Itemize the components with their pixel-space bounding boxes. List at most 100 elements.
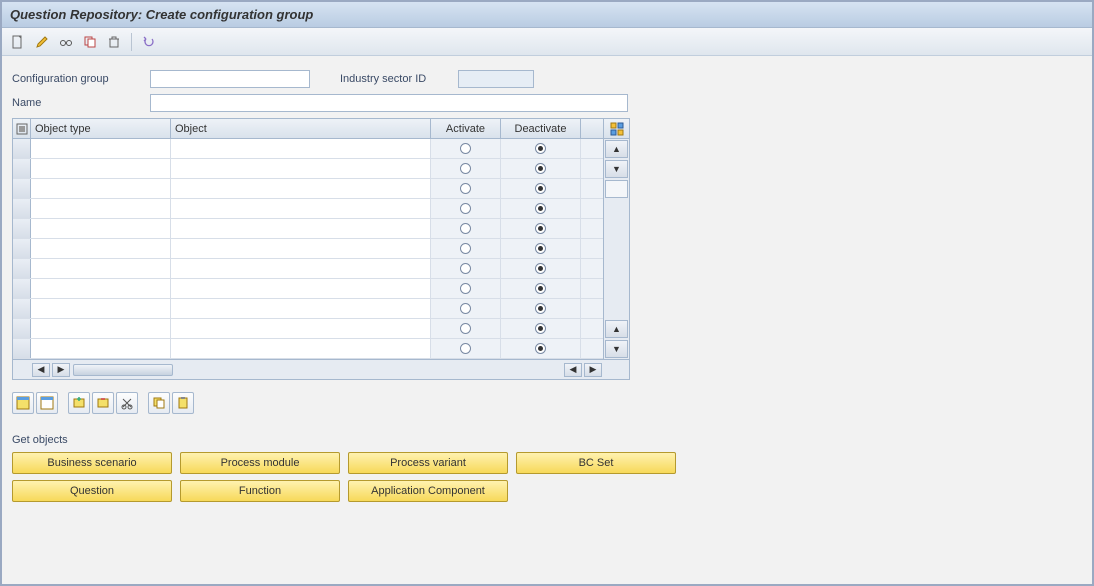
deactivate-cell[interactable] [501, 339, 581, 358]
deactivate-radio[interactable] [535, 323, 546, 334]
deactivate-cell[interactable] [501, 259, 581, 278]
row-select-handle[interactable] [13, 319, 31, 338]
object-type-cell[interactable] [31, 279, 171, 298]
scroll-down-step-icon[interactable]: ▼ [605, 160, 628, 178]
question-button[interactable]: Question [12, 480, 172, 502]
object-header[interactable]: Object [171, 119, 431, 138]
activate-cell[interactable] [431, 139, 501, 158]
deactivate-cell[interactable] [501, 199, 581, 218]
function-button[interactable]: Function [180, 480, 340, 502]
activate-radio[interactable] [460, 163, 471, 174]
scroll-up-step-icon[interactable]: ▲ [605, 320, 628, 338]
activate-cell[interactable] [431, 339, 501, 358]
delete-trash-icon[interactable] [104, 32, 124, 52]
row-select-handle[interactable] [13, 199, 31, 218]
scroll-track[interactable] [605, 199, 628, 319]
new-document-icon[interactable] [8, 32, 28, 52]
row-select-handle[interactable] [13, 179, 31, 198]
object-type-cell[interactable] [31, 159, 171, 178]
activate-cell[interactable] [431, 319, 501, 338]
object-type-cell[interactable] [31, 319, 171, 338]
deactivate-radio[interactable] [535, 203, 546, 214]
object-type-cell[interactable] [31, 219, 171, 238]
insert-row-icon[interactable] [68, 392, 90, 414]
activate-cell[interactable] [431, 199, 501, 218]
activate-cell[interactable] [431, 219, 501, 238]
deactivate-radio[interactable] [535, 243, 546, 254]
business-scenario-button[interactable]: Business scenario [12, 452, 172, 474]
cut-icon[interactable] [116, 392, 138, 414]
object-type-cell[interactable] [31, 339, 171, 358]
object-type-header[interactable]: Object type [31, 119, 171, 138]
activate-cell[interactable] [431, 179, 501, 198]
row-select-handle[interactable] [13, 339, 31, 358]
activate-cell[interactable] [431, 299, 501, 318]
deactivate-cell[interactable] [501, 279, 581, 298]
table-config-icon[interactable] [603, 119, 629, 138]
deactivate-cell[interactable] [501, 219, 581, 238]
object-type-cell[interactable] [31, 139, 171, 158]
row-select-handle[interactable] [13, 219, 31, 238]
scroll-right-step-icon[interactable]: ▶ [52, 363, 70, 377]
industry-sector-input[interactable] [458, 70, 534, 88]
object-type-cell[interactable] [31, 299, 171, 318]
object-type-cell[interactable] [31, 239, 171, 258]
activate-cell[interactable] [431, 259, 501, 278]
activate-radio[interactable] [460, 203, 471, 214]
object-cell[interactable] [171, 139, 431, 158]
activate-radio[interactable] [460, 323, 471, 334]
deactivate-header[interactable]: Deactivate [501, 119, 581, 138]
scroll-down-icon[interactable]: ▼ [605, 340, 628, 358]
deactivate-cell[interactable] [501, 239, 581, 258]
deactivate-radio[interactable] [535, 343, 546, 354]
config-group-input[interactable] [150, 70, 310, 88]
horizontal-scrollbar[interactable]: ◀ ▶ ◀ ▶ [13, 359, 629, 379]
activate-radio[interactable] [460, 243, 471, 254]
object-cell[interactable] [171, 159, 431, 178]
paste-row-icon[interactable] [172, 392, 194, 414]
activate-radio[interactable] [460, 283, 471, 294]
row-select-handle[interactable] [13, 159, 31, 178]
copy-icon[interactable] [80, 32, 100, 52]
select-all-icon[interactable] [12, 392, 34, 414]
activate-cell[interactable] [431, 159, 501, 178]
row-select-handle[interactable] [13, 299, 31, 318]
activate-cell[interactable] [431, 279, 501, 298]
edit-pencil-icon[interactable] [32, 32, 52, 52]
object-cell[interactable] [171, 179, 431, 198]
name-input[interactable] [150, 94, 628, 112]
deactivate-cell[interactable] [501, 179, 581, 198]
delete-row-icon[interactable] [92, 392, 114, 414]
activate-header[interactable]: Activate [431, 119, 501, 138]
activate-radio[interactable] [460, 303, 471, 314]
deactivate-cell[interactable] [501, 299, 581, 318]
deactivate-radio[interactable] [535, 263, 546, 274]
vertical-scrollbar[interactable]: ▲ ▼ ▲ ▼ [603, 139, 629, 359]
glasses-display-icon[interactable] [56, 32, 76, 52]
scroll-up-icon[interactable]: ▲ [605, 140, 628, 158]
activate-radio[interactable] [460, 223, 471, 234]
object-cell[interactable] [171, 319, 431, 338]
deselect-all-icon[interactable] [36, 392, 58, 414]
row-select-handle[interactable] [13, 239, 31, 258]
deactivate-radio[interactable] [535, 143, 546, 154]
object-cell[interactable] [171, 239, 431, 258]
application-component-button[interactable]: Application Component [348, 480, 508, 502]
bc-set-button[interactable]: BC Set [516, 452, 676, 474]
row-select-handle[interactable] [13, 279, 31, 298]
deactivate-cell[interactable] [501, 159, 581, 178]
deactivate-cell[interactable] [501, 319, 581, 338]
object-type-cell[interactable] [31, 199, 171, 218]
deactivate-radio[interactable] [535, 183, 546, 194]
scroll-right-icon[interactable]: ▶ [584, 363, 602, 377]
scroll-left-step-icon[interactable]: ◀ [564, 363, 582, 377]
object-cell[interactable] [171, 279, 431, 298]
object-type-cell[interactable] [31, 259, 171, 278]
deactivate-radio[interactable] [535, 163, 546, 174]
activate-radio[interactable] [460, 143, 471, 154]
object-cell[interactable] [171, 299, 431, 318]
scroll-left-icon[interactable]: ◀ [32, 363, 50, 377]
deactivate-radio[interactable] [535, 223, 546, 234]
select-all-column-icon[interactable] [13, 119, 31, 138]
process-variant-button[interactable]: Process variant [348, 452, 508, 474]
